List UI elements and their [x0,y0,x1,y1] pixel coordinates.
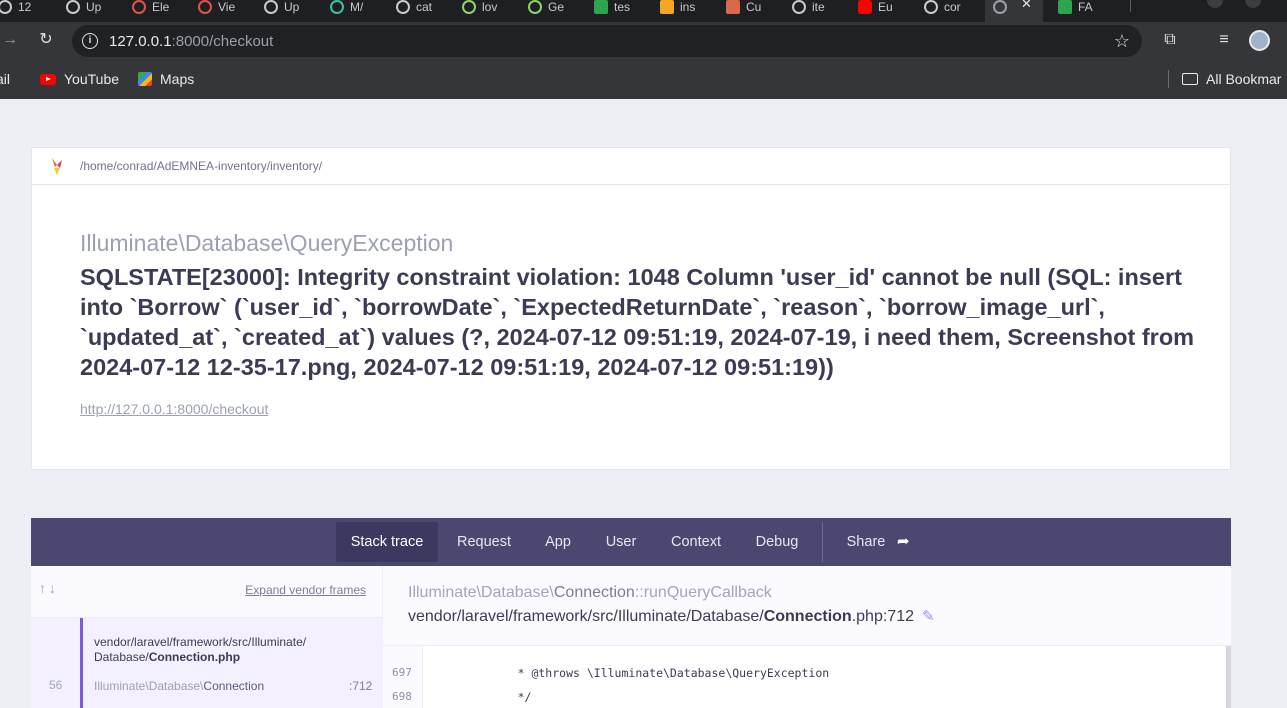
card-header: /home/conrad/AdEMNEA-inventory/inventory… [32,148,1230,185]
app-path: /home/conrad/AdEMNEA-inventory/inventory… [80,159,323,173]
tab-favicon-icon [660,0,674,14]
site-info-icon[interactable]: i [82,33,98,49]
tab-separator [1130,0,1131,12]
stack-trace-panel: Stack trace Request App User Context Deb… [31,518,1231,708]
browser-tab[interactable]: Cu [726,0,761,14]
tab-stack-trace[interactable]: Stack trace [336,522,438,562]
tab-app[interactable]: App [536,522,580,562]
tab-favicon-icon [726,0,740,14]
tab-request[interactable]: Request [449,522,519,562]
bookmark-youtube[interactable]: YouTube [40,69,119,89]
address-bar[interactable]: i 127.0.0.1:8000/checkout ☆ [72,25,1142,57]
tab-favicon-icon [396,0,410,14]
youtube-icon [40,73,56,85]
browser-tab[interactable]: FA [1058,0,1093,14]
tab-user[interactable]: User [597,522,645,562]
laravel-icon [132,0,146,14]
browser-tab[interactable]: Ele [132,0,169,14]
ignition-logo-icon [52,158,62,175]
expand-vendor-frames-link[interactable]: Expand vendor frames [245,583,366,597]
pencil-icon[interactable]: ✎ [922,607,935,625]
tab-favicon-icon [993,0,1007,14]
code-snippet: 697 698 * @throws \Illuminate\Database\Q… [383,645,1231,708]
bookmarks-separator [1168,70,1169,88]
github-icon [264,0,278,14]
browser-tab[interactable]: Ge [528,0,564,14]
arrow-down-icon[interactable]: ↓ [49,580,59,596]
frame-number: 56 [49,678,63,692]
browser-tab[interactable]: Eu [858,0,893,14]
selected-frame-file: vendor/laravel/framework/src/Illuminate/… [408,607,935,625]
request-url-link[interactable]: http://127.0.0.1:8000/checkout [80,401,268,417]
forward-icon[interactable]: → [0,30,20,50]
minimize-button[interactable] [1207,0,1223,8]
code-line: */ [483,690,532,704]
tab-debug[interactable]: Debug [747,522,807,562]
browser-tab[interactable]: ins [660,0,695,14]
tab-favicon-icon [792,0,806,14]
exception-message: SQLSTATE[23000]: Integrity constraint vi… [80,264,1195,380]
url-text: 127.0.0.1:8000/checkout [109,33,274,50]
browser-tab[interactable]: ite [792,0,825,14]
tab-favicon-icon [528,0,542,14]
tab-favicon-icon [462,0,476,14]
browser-tab[interactable]: lov [462,0,497,14]
nav-separator [822,522,823,562]
line-number[interactable]: 697 [392,666,412,679]
frame-detail: Illuminate\Database\Connection::runQuery… [383,566,1231,708]
maximize-button[interactable] [1245,0,1261,8]
tab-context[interactable]: Context [663,522,729,562]
all-bookmarks-button[interactable]: All Bookmar [1182,69,1281,89]
frame-class: Illuminate\Database\Connection [94,679,265,693]
tab-favicon-icon [924,0,938,14]
error-nav: Stack trace Request App User Context Deb… [31,518,1231,566]
extensions-icon[interactable]: ⧉ [1160,30,1180,50]
maps-icon [138,72,152,86]
frames-list: ↑↓ Expand vendor frames 56 vendor/larave… [31,566,383,708]
exception-card: /home/conrad/AdEMNEA-inventory/inventory… [31,147,1231,470]
tab-favicon-icon [0,0,12,14]
stack-frame-selected[interactable]: 56 vendor/laravel/framework/src/Illumina… [31,617,383,708]
browser-tab-active[interactable]: ✕ [985,0,1043,22]
profile-avatar[interactable] [1249,30,1270,51]
tab-favicon-icon [1058,0,1072,14]
close-tab-icon[interactable]: ✕ [1021,0,1032,12]
browser-tab[interactable]: 12 [0,0,31,14]
bookmark-gmail[interactable]: ail [0,69,10,89]
tab-favicon-icon [330,0,344,14]
tab-share[interactable]: Share [837,522,895,562]
reload-icon[interactable]: ↻ [36,30,56,50]
bookmarks-bar: ail YouTube Maps All Bookmar [0,59,1287,99]
line-number-gutter: 697 698 [383,646,423,708]
tab-favicon-icon [594,0,608,14]
active-tab-content [993,0,1013,14]
browser-tab[interactable]: cor [924,0,961,14]
selected-frame-class: Illuminate\Database\Connection::runQuery… [408,584,772,601]
youtube-icon [858,0,872,14]
laravel-icon [198,0,212,14]
code-scrollbar[interactable] [1226,646,1231,708]
frame-line: :712 [349,679,373,693]
exception-class: Illuminate\Database\QueryException [80,230,454,256]
arrow-up-icon[interactable]: ↑ [39,580,49,596]
browser-tab[interactable]: Vie [198,0,235,14]
browser-tab[interactable]: Up [66,0,101,14]
frame-navigation-arrows[interactable]: ↑↓ [39,580,59,596]
browser-tab-strip: 12 Up Ele Vie Up M/ cat lov Ge tes ins C… [0,0,1287,22]
line-number[interactable]: 698 [392,690,412,703]
github-icon [66,0,80,14]
bookmark-star-icon[interactable]: ☆ [1114,29,1130,53]
browser-toolbar: → ↻ i 127.0.0.1:8000/checkout ☆ ⧉ ≡ [0,22,1287,59]
folder-icon [1182,73,1198,85]
code-line: * @throws \Illuminate\Database\QueryExce… [483,666,830,680]
share-icon[interactable]: ➦ [897,532,910,550]
browser-tab[interactable]: M/ [330,0,363,14]
media-control-icon[interactable]: ≡ [1214,30,1234,50]
browser-tab[interactable]: Up [264,0,299,14]
frame-selection-bar [80,618,83,708]
bookmark-maps[interactable]: Maps [138,69,194,89]
browser-tab[interactable]: tes [594,0,630,14]
browser-tab[interactable]: cat [396,0,432,14]
frame-file: vendor/laravel/framework/src/Illuminate/… [94,635,307,664]
